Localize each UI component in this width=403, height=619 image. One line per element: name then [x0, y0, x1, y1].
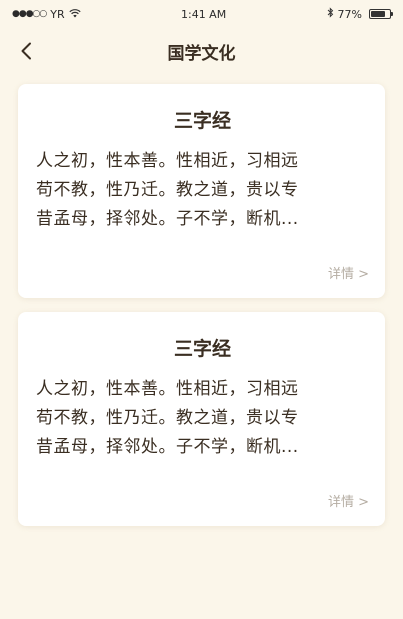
bluetooth-icon: [327, 7, 334, 21]
battery-level-fill: [371, 11, 385, 17]
article-card[interactable]: 三字经 人之初，性本善。性相近，习相远 苟不教，性乃迁。教之道，贵以专 昔孟母，…: [18, 84, 385, 298]
chevron-left-icon: [21, 42, 31, 60]
excerpt-line: 苟不教，性乃迁。教之道，贵以专: [36, 408, 299, 428]
page-title: 国学文化: [167, 43, 236, 64]
battery-percent: 77%: [337, 7, 362, 21]
card-title: 三字经: [173, 338, 231, 360]
status-bar: ●●●○○ YR 1:41 AM 77%: [0, 0, 403, 28]
nav-bar: 国学文化: [0, 28, 403, 74]
detail-link[interactable]: 详情 >: [328, 263, 369, 282]
battery-icon: [369, 9, 393, 19]
excerpt-line: 人之初，性本善。性相近，习相远: [36, 379, 299, 399]
wifi-icon: [69, 8, 81, 21]
signal-strength-icon: ●●●○○: [12, 9, 47, 19]
card-title: 三字经: [173, 110, 231, 132]
back-button[interactable]: [14, 38, 38, 64]
status-right: 77%: [327, 7, 393, 21]
card-list: 三字经 人之初，性本善。性相近，习相远 苟不教，性乃迁。教之道，贵以专 昔孟母，…: [0, 74, 403, 526]
card-excerpt: 人之初，性本善。性相近，习相远 苟不教，性乃迁。教之道，贵以专 昔孟母，择邻处。…: [36, 375, 369, 462]
excerpt-line: 苟不教，性乃迁。教之道，贵以专: [36, 180, 299, 200]
excerpt-line: 昔孟母，择邻处。子不学，断机...: [36, 209, 299, 229]
card-excerpt: 人之初，性本善。性相近，习相远 苟不教，性乃迁。教之道，贵以专 昔孟母，择邻处。…: [36, 147, 369, 234]
status-time: 1:41 AM: [180, 7, 227, 21]
article-card[interactable]: 三字经 人之初，性本善。性相近，习相远 苟不教，性乃迁。教之道，贵以专 昔孟母，…: [18, 312, 385, 526]
excerpt-line: 人之初，性本善。性相近，习相远: [36, 151, 299, 171]
detail-link[interactable]: 详情 >: [328, 491, 369, 510]
excerpt-line: 昔孟母，择邻处。子不学，断机...: [36, 437, 299, 457]
carrier-name: YR: [50, 7, 65, 21]
status-left: ●●●○○ YR: [12, 8, 81, 21]
